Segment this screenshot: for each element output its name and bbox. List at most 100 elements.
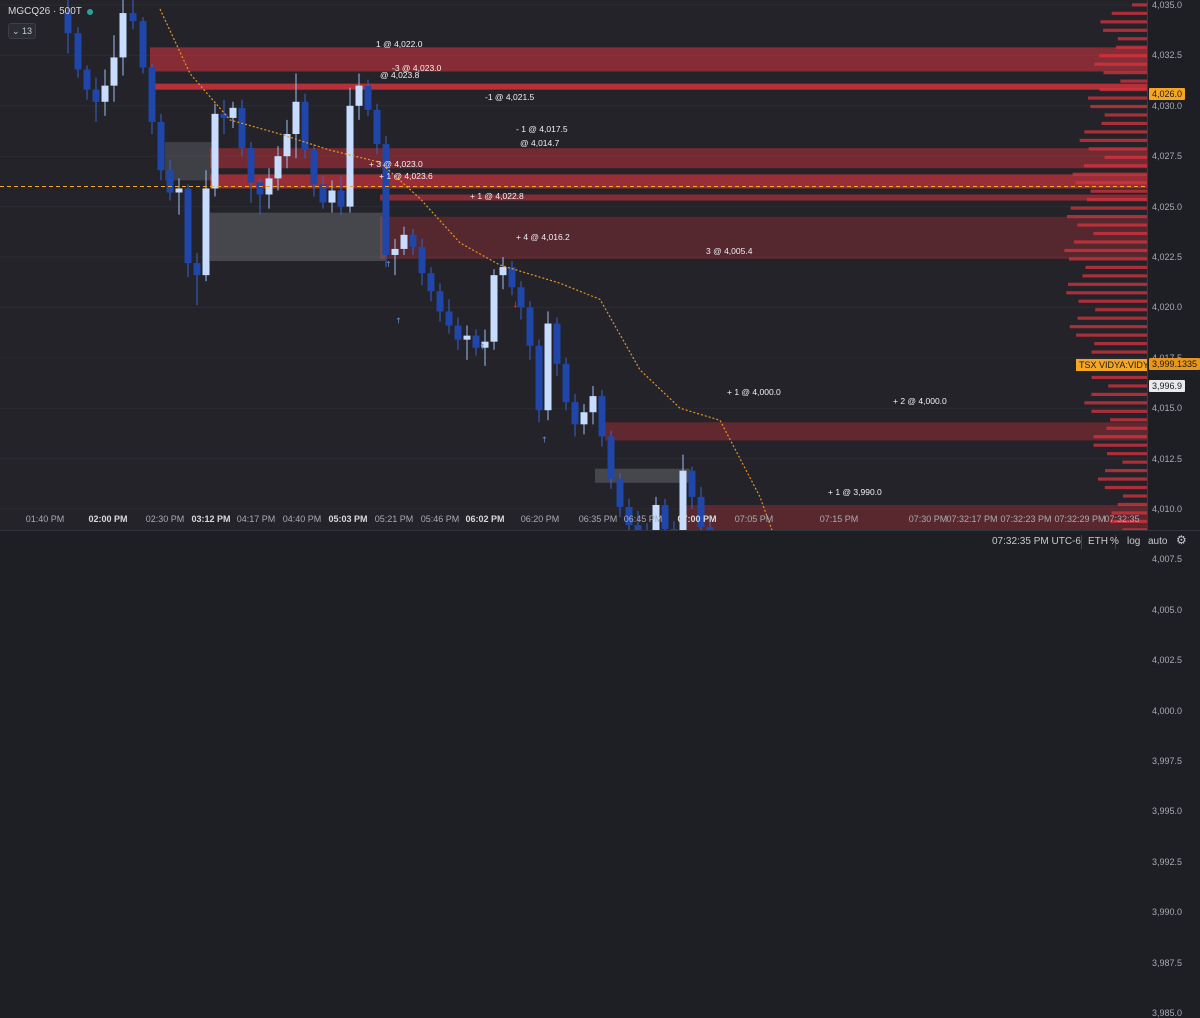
candle-body (508, 267, 516, 288)
candle-body (400, 234, 408, 249)
time-tick-label: 07:00 PM (677, 514, 717, 524)
candle-body (119, 13, 127, 58)
price-tick-label: 4,022.5 (1152, 252, 1183, 262)
candle-body (319, 184, 327, 203)
volume-profile-bar (1100, 20, 1147, 24)
candle-body (283, 134, 291, 157)
trade-annotation: -1 @ 4,021.5 (485, 92, 535, 102)
candle-body (373, 109, 381, 145)
candle-body (526, 307, 534, 346)
chevron-down-icon: ⌄ (11, 26, 20, 36)
session-button[interactable]: ETH (1088, 536, 1108, 547)
candle-body (139, 21, 147, 68)
trade-annotation: @ 4,023.8 (380, 70, 420, 80)
time-tick-label: 07:32:17 PM (946, 514, 998, 524)
volume-profile-bar (1083, 164, 1147, 168)
time-tick-label: 05:21 PM (374, 514, 414, 524)
volume-profile-bar (1099, 87, 1147, 92)
candle-body (193, 263, 201, 276)
trade-annotation: - 1 @ 4,017.5 (516, 124, 568, 134)
volume-profile-bar (1073, 240, 1147, 244)
volume-profile-bar (1086, 198, 1147, 202)
volume-profile-bar (1120, 79, 1147, 83)
price-tick-label: 4,035.0 (1152, 0, 1183, 10)
price-tick-label: 3,995.0 (1152, 806, 1183, 817)
price-tick-label: 4,027.5 (1152, 151, 1183, 162)
time-tick-label: 02:00 PM (88, 514, 128, 524)
candle-body (184, 188, 192, 264)
chart-area[interactable]: ↑↑↑↑↑↑↑↓↓ MGCQ26 · 500T ⌄ 13 1 @ 4,022.0… (0, 0, 1147, 530)
volume-profile-bar (1090, 189, 1147, 193)
auto-scale-button[interactable]: auto (1148, 536, 1167, 547)
price-tick-label: 4,000.0 (1152, 705, 1183, 716)
volume-profile-bar (1091, 375, 1147, 380)
buy-arrow-icon: ↑ (385, 260, 392, 269)
price-tick-label: 4,020.0 (1152, 302, 1183, 313)
buy-arrow-icon: ↑ (479, 343, 486, 352)
price-tick-label: 3,987.5 (1152, 957, 1183, 968)
time-tick-label: 06:02 PM (465, 514, 505, 524)
buy-arrow-icon: ↑ (395, 317, 402, 326)
time-tick-label: 05:03 PM (328, 514, 368, 524)
candle-body (598, 396, 606, 437)
volume-profile-bar (1093, 443, 1147, 447)
time-tick-label: 07:15 PM (819, 514, 859, 524)
candle-body (157, 121, 165, 171)
price-tick-label: 4,025.0 (1152, 201, 1183, 212)
time-tick-label: 06:35 PM (578, 514, 618, 524)
chart-canvas[interactable]: ↑↑↑↑↑↑↑↓↓ (0, 0, 1147, 530)
time-tick-label: 06:45 PM (623, 514, 663, 524)
volume-profile-bar (1106, 426, 1147, 430)
interval-value: 13 (22, 26, 33, 36)
trade-annotation: + 1 @ 4,023.6 (379, 171, 433, 181)
candle-body (454, 325, 462, 340)
volume-profile-bar (1122, 494, 1147, 498)
trade-annotation: 1 @ 4,022.0 (376, 39, 423, 49)
price-tick-label: 4,005.0 (1152, 604, 1183, 615)
price-axis[interactable]: 3,985.0 3,987.5 3,990.0 3,992.5 3,995.0 3,997… (1147, 0, 1200, 1018)
time-axis[interactable]: 01:40 PM 02:00 PM 02:30 PM 03:12 PM 04:17 PM… (0, 510, 1147, 530)
volume-profile-bar (1104, 155, 1147, 159)
candle-body (562, 363, 570, 403)
candle-body (328, 190, 336, 203)
candle-body (292, 101, 300, 135)
time-tick-label: 01:40 PM (25, 514, 65, 524)
last-price-badge: 3,996.9 (1149, 380, 1186, 392)
candle-body (83, 69, 91, 90)
volume-profile-bar (1097, 477, 1147, 481)
settings-gear-icon[interactable]: ⚙ (1176, 533, 1187, 547)
candle-body (247, 148, 255, 183)
candle-body (589, 396, 597, 413)
candle-body (544, 323, 552, 411)
zone-band (380, 216, 1147, 260)
price-tick-label: 4,012.5 (1152, 453, 1183, 464)
time-tick-label: 07:32:23 PM (1000, 514, 1052, 524)
time-tick-label: 07:05 PM (734, 514, 774, 524)
candle-body (92, 89, 100, 102)
candle-body (436, 291, 444, 312)
volume-profile-bar (1099, 54, 1147, 58)
volume-profile-bar (1105, 468, 1147, 473)
trade-annotation: + 3 @ 4,023.0 (369, 159, 423, 169)
trade-annotation: + 4 @ 4,016.2 (516, 232, 570, 242)
zone-band (150, 83, 1147, 90)
log-scale-button[interactable]: log (1127, 536, 1140, 547)
time-tick-label: 04:17 PM (236, 514, 276, 524)
volume-profile-bar (1094, 341, 1147, 346)
zone-band (210, 212, 385, 262)
volume-profile-bar (1088, 147, 1147, 151)
volume-profile-bar (1077, 316, 1147, 320)
candle-body (337, 190, 345, 207)
volume-profile-bar (1095, 308, 1147, 312)
volume-profile-bar (1091, 392, 1147, 396)
trade-annotation: @ 4,014.7 (520, 138, 560, 148)
price-tick-label: 3,990.0 (1152, 907, 1183, 918)
volume-profile-bar (1111, 11, 1147, 15)
interval-collapse-button[interactable]: ⌄ 13 (8, 23, 36, 39)
candle-body (274, 156, 282, 179)
candle-body (74, 33, 82, 70)
candle-body (129, 13, 137, 22)
trade-annotation: + 1 @ 4,000.0 (727, 387, 781, 397)
percent-scale-button[interactable]: % (1110, 536, 1119, 547)
time-tick-label: 06:20 PM (520, 514, 560, 524)
